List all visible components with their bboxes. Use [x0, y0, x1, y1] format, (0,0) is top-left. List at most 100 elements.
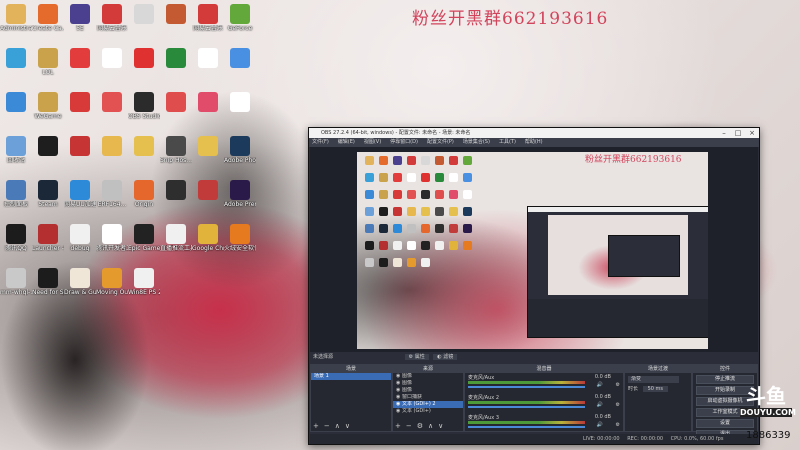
desktop-icon[interactable]	[64, 90, 96, 134]
desktop-icon[interactable]	[160, 46, 192, 90]
desktop-icon[interactable]: 直播推流工具-SUP...	[160, 222, 192, 266]
desktop-icon[interactable]: 网易云音乐	[192, 2, 224, 46]
menu-item[interactable]: 停靠窗口(D)	[390, 139, 418, 145]
desktop-icon[interactable]: Origin	[128, 178, 160, 222]
menu-item[interactable]: 场景集合(S)	[463, 139, 490, 145]
source-item[interactable]: ◉ 图像	[393, 387, 463, 394]
desktop-icon[interactable]	[160, 178, 192, 222]
desktop-icon[interactable]	[96, 46, 128, 90]
desktop-icon[interactable]	[128, 46, 160, 90]
desktop-icon[interactable]: Administrator	[0, 2, 32, 46]
desktop-icon[interactable]: debug	[64, 222, 96, 266]
desktop-icon[interactable]: 腾讯开发者工具	[96, 222, 128, 266]
gear-icon[interactable]: ⚙	[616, 422, 620, 428]
desktop-icon[interactable]: Need for Speed™ ...	[32, 266, 64, 310]
control-button[interactable]: 停止推流	[696, 375, 754, 384]
menu-item[interactable]: 视图(V)	[364, 139, 381, 145]
volume-slider[interactable]	[468, 386, 585, 388]
desktop-icon[interactable]	[64, 46, 96, 90]
scene-item[interactable]: 场景 1	[311, 373, 391, 380]
desktop-icon[interactable]	[224, 90, 256, 134]
desktop-icon[interactable]	[160, 2, 192, 46]
app-icon	[134, 268, 154, 288]
desktop-icon[interactable]: Google Chrome	[192, 222, 224, 266]
desktop-icon[interactable]: Create Ca...	[32, 2, 64, 46]
desktop-icon[interactable]	[96, 134, 128, 178]
desktop-icon[interactable]: Adobe Premiere	[224, 178, 256, 222]
volume-slider[interactable]	[468, 426, 585, 428]
add-icon[interactable]: +	[395, 422, 401, 430]
desktop-icon[interactable]: 火绒安全软件	[224, 222, 256, 266]
desktop-icon[interactable]	[192, 134, 224, 178]
desktop-icon[interactable]: Snip Hos...	[160, 134, 192, 178]
source-item[interactable]: ◉ 文本 (GDI+)	[393, 408, 463, 415]
menu-item[interactable]: 配置文件(P)	[427, 139, 454, 145]
desktop-icon[interactable]	[192, 46, 224, 90]
desktop-icon[interactable]	[192, 178, 224, 222]
desktop-icon[interactable]: Steam	[32, 178, 64, 222]
properties-button[interactable]: ⚙ 属性	[404, 354, 429, 360]
desktop-icon[interactable]: 5E	[64, 2, 96, 46]
desktop-icon[interactable]	[128, 134, 160, 178]
desktop-icon[interactable]: OBS Studio	[128, 90, 160, 134]
desktop-icon[interactable]	[0, 46, 32, 90]
desktop-icon[interactable]	[32, 134, 64, 178]
desktop-icon[interactable]	[224, 46, 256, 90]
desktop-icon[interactable]: 腾讯QQ	[0, 222, 32, 266]
down-arrow-icon[interactable]: ∨	[345, 422, 350, 430]
gear-icon: ⚙	[408, 354, 414, 360]
speaker-icon[interactable]: 🔊	[597, 422, 603, 428]
desktop-icon[interactable]: 网易云音乐	[96, 2, 128, 46]
menu-item[interactable]: 工具(T)	[499, 139, 516, 145]
remove-icon[interactable]: −	[406, 422, 412, 430]
desktop-icon[interactable]: GeForce	[224, 2, 256, 46]
menu-item[interactable]: 帮助(H)	[525, 139, 543, 145]
remove-icon[interactable]: −	[324, 422, 330, 430]
desktop-icon[interactable]	[128, 2, 160, 46]
menu-item[interactable]: 文件(F)	[312, 139, 329, 145]
source-item[interactable]: ◉ 文本 (GDI+) 2	[393, 401, 463, 408]
obs-window[interactable]: OBS 27.2.4 (64-bit, windows) - 配置文件: 未命名…	[308, 127, 760, 445]
up-arrow-icon[interactable]: ∧	[428, 422, 433, 430]
transition-select[interactable]: 渐变	[628, 376, 679, 383]
add-icon[interactable]: +	[313, 422, 319, 430]
desktop-icon[interactable]: Adobe Photosh...	[224, 134, 256, 178]
desktop-icon[interactable]	[64, 134, 96, 178]
desktop-icon[interactable]	[96, 90, 128, 134]
desktop-icon[interactable]: Launcher -快捷方式	[32, 222, 64, 266]
control-button[interactable]: 设置	[696, 419, 754, 428]
desktop-icon[interactable]	[0, 90, 32, 134]
filters-button[interactable]: ◐ 滤镜	[433, 354, 458, 360]
close-icon[interactable]: ×	[745, 128, 759, 138]
desktop-icon[interactable]: mm-whql-...	[0, 266, 32, 310]
gear-icon[interactable]: ⚙	[616, 402, 620, 408]
down-arrow-icon[interactable]: ∨	[438, 422, 443, 430]
gear-icon[interactable]: ⚙	[616, 382, 620, 388]
desktop-icon[interactable]: Epic Games Launcher	[128, 222, 160, 266]
desktop-icon[interactable]: WeGame	[32, 90, 64, 134]
menu-item[interactable]: 编辑(E)	[338, 139, 355, 145]
speaker-icon[interactable]: 🔊	[597, 382, 603, 388]
up-arrow-icon[interactable]: ∧	[335, 422, 340, 430]
desktop-icon[interactable]: 控制面板	[0, 178, 32, 222]
source-item[interactable]: ◉ 图像	[393, 380, 463, 387]
desktop-icon[interactable]: LOL	[32, 46, 64, 90]
desktop-icon[interactable]	[160, 90, 192, 134]
desktop-icon[interactable]	[192, 90, 224, 134]
duration-input[interactable]: 50 ms	[642, 386, 669, 392]
minimize-icon[interactable]: –	[717, 128, 731, 138]
desktop-icon[interactable]: Moving Out	[96, 266, 128, 310]
maximize-icon[interactable]: □	[731, 128, 745, 138]
gear-icon[interactable]: ⚙	[417, 422, 423, 430]
desktop-icon[interactable]: Draw & Guess	[64, 266, 96, 310]
source-item[interactable]: ◉ 图像	[393, 373, 463, 380]
source-item[interactable]: ◉ 窗口捕获	[393, 394, 463, 401]
desktop-icon[interactable]: Win8E PS 2020 [以...	[128, 266, 160, 310]
obs-titlebar[interactable]: OBS 27.2.4 (64-bit, windows) - 配置文件: 未命名…	[309, 128, 759, 138]
volume-slider[interactable]	[468, 406, 585, 408]
obs-preview[interactable]: 粉丝开黑群662193616	[310, 147, 758, 352]
desktop-icon[interactable]: 回收站	[0, 134, 32, 178]
speaker-icon[interactable]: 🔊	[597, 402, 603, 408]
desktop-icon[interactable]: ERF164...	[96, 178, 128, 222]
desktop-icon[interactable]: 网易UU加速	[64, 178, 96, 222]
